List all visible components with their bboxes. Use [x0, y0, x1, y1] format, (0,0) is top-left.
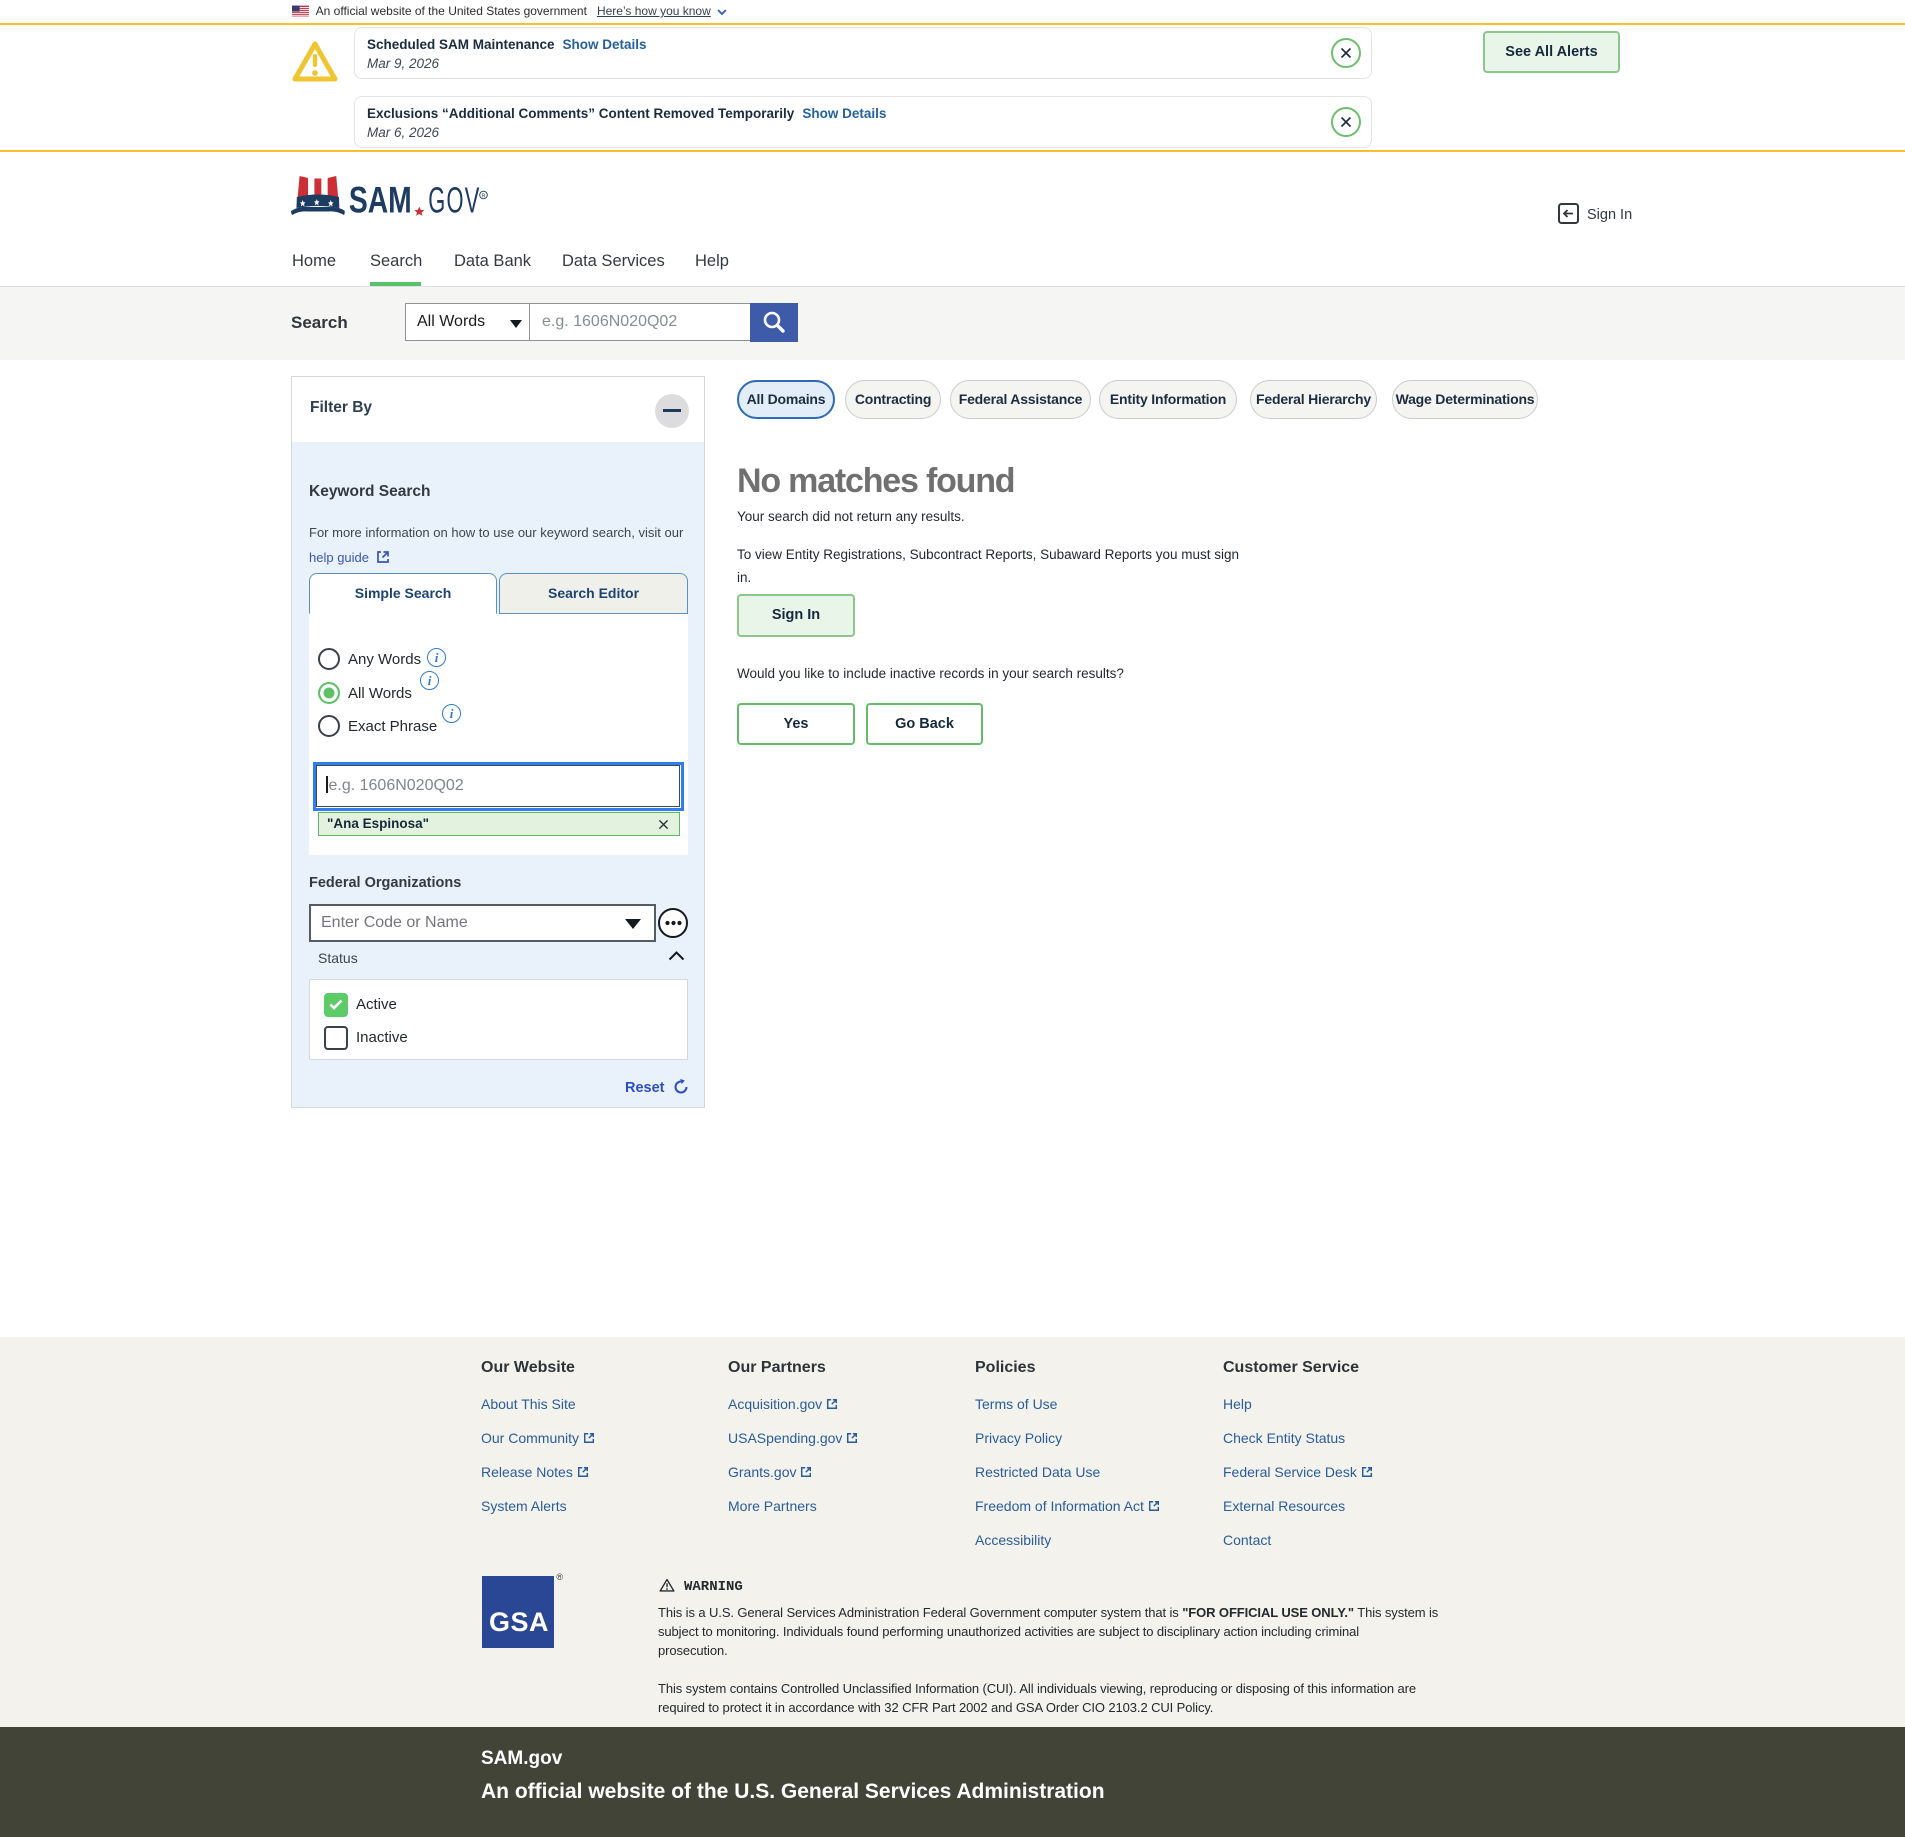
- svg-text:GOV: GOV: [428, 181, 480, 221]
- svg-text:SAM: SAM: [349, 179, 412, 221]
- svg-text:R: R: [482, 193, 486, 199]
